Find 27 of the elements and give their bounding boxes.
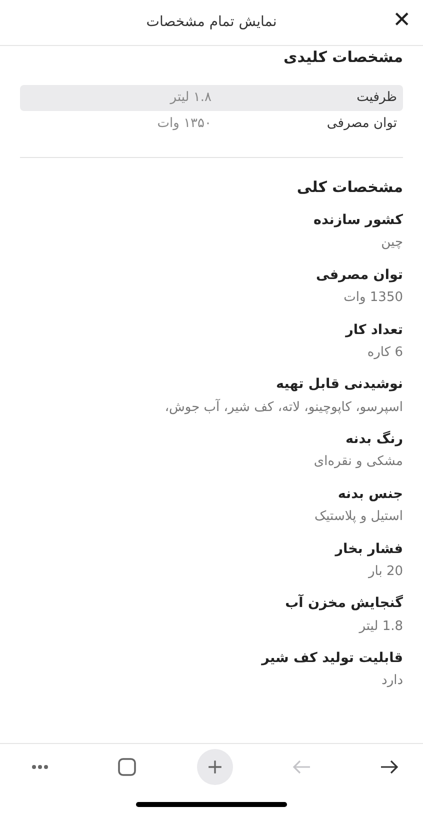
spec-label: رنگ بدنه [344,430,403,449]
section-title: مشخصات کلیدی [282,47,403,68]
spec-value: اسپرسو، کاپوچینو، لاته، کف شیر، آب جوش، [164,398,403,416]
spec-label: قابلیت تولید کف شیر [260,649,403,668]
spec-value: ۱.۸ لیتر [168,88,212,107]
spec-value: استیل و پلاستیک [314,508,403,526]
spec-label: ظرفیت [356,88,397,107]
spec-label: گنجایش مخزن آب [284,593,403,614]
spec-value: 1350 وات [342,289,403,307]
spec-label: توان مصرفی [326,114,397,133]
spec-label: جنس بدنه [336,484,403,504]
spec-value: چین [380,234,403,252]
close-button[interactable]: ✕ [388,8,415,34]
spec-label: کشور سازنده [312,211,403,230]
spec-value: مشکی و نقره‌ای [312,453,403,472]
section-title: مشخصات کلی [296,176,403,198]
plus-button[interactable] [196,748,232,784]
spec-value: 6 کاره [366,344,403,362]
spec-label: فشار بخار [334,540,403,558]
spec-label: نوشیدنی قابل تهیه [275,375,403,394]
spec-label: توان مصرفی [315,266,403,285]
spec-value: 20 بار [367,562,403,581]
spec-label: تعداد کار [344,320,403,340]
window-title: نمایش تمام مشخصات [146,13,277,32]
spec-value: 1.8 لیتر [358,618,403,636]
spec-value: دارد [380,672,403,690]
spec-value: ۱۳۵۰ وات [156,114,212,133]
